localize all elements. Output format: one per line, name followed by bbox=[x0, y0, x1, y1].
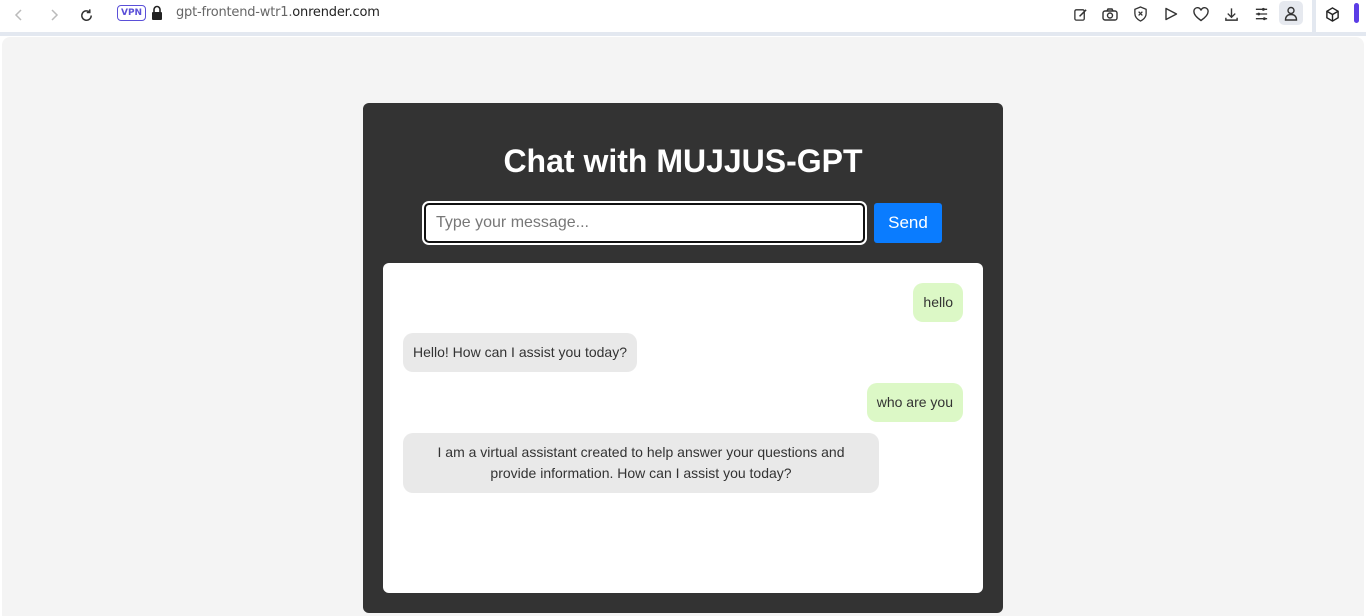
address-bar[interactable]: gpt-frontend-wtr1.onrender.com bbox=[176, 5, 380, 20]
edit-icon[interactable] bbox=[1069, 3, 1091, 25]
bot-message: I am a virtual assistant created to help… bbox=[403, 433, 879, 493]
heart-icon[interactable] bbox=[1190, 3, 1212, 25]
url-host: onrender.com bbox=[292, 5, 380, 20]
page-body: Chat with MUJJUS-GPT Send hello Hello! H… bbox=[2, 37, 1364, 616]
reload-icon[interactable] bbox=[75, 4, 97, 26]
cube-icon[interactable] bbox=[1321, 3, 1343, 25]
message-input[interactable] bbox=[422, 201, 867, 245]
send-button[interactable]: Send bbox=[874, 203, 942, 243]
lock-icon[interactable] bbox=[151, 5, 163, 21]
toolbar-separator bbox=[1312, 0, 1316, 33]
page-title: Chat with MUJJUS-GPT bbox=[503, 143, 863, 179]
sidebar-indicator bbox=[1354, 3, 1359, 23]
profile-icon[interactable] bbox=[1279, 1, 1303, 25]
shield-icon[interactable] bbox=[1129, 3, 1151, 25]
bot-message: Hello! How can I assist you today? bbox=[403, 333, 637, 372]
play-icon[interactable] bbox=[1160, 3, 1182, 25]
download-icon[interactable] bbox=[1220, 3, 1242, 25]
toolbar-divider bbox=[0, 32, 1366, 36]
back-arrow-icon[interactable] bbox=[8, 4, 30, 26]
url-prefix: gpt-frontend-wtr1. bbox=[176, 5, 293, 20]
user-message: hello bbox=[913, 283, 963, 322]
forward-arrow-icon[interactable] bbox=[43, 4, 65, 26]
camera-icon[interactable] bbox=[1099, 3, 1121, 25]
menu-lines-icon[interactable] bbox=[1250, 3, 1272, 25]
message-list: hello Hello! How can I assist you today?… bbox=[383, 263, 983, 593]
user-message: who are you bbox=[866, 383, 963, 422]
browser-toolbar: VPN gpt-frontend-wtr1.onrender.com bbox=[0, 0, 1366, 33]
chat-container: Chat with MUJJUS-GPT Send hello Hello! H… bbox=[363, 103, 1003, 613]
vpn-badge[interactable]: VPN bbox=[117, 5, 147, 21]
